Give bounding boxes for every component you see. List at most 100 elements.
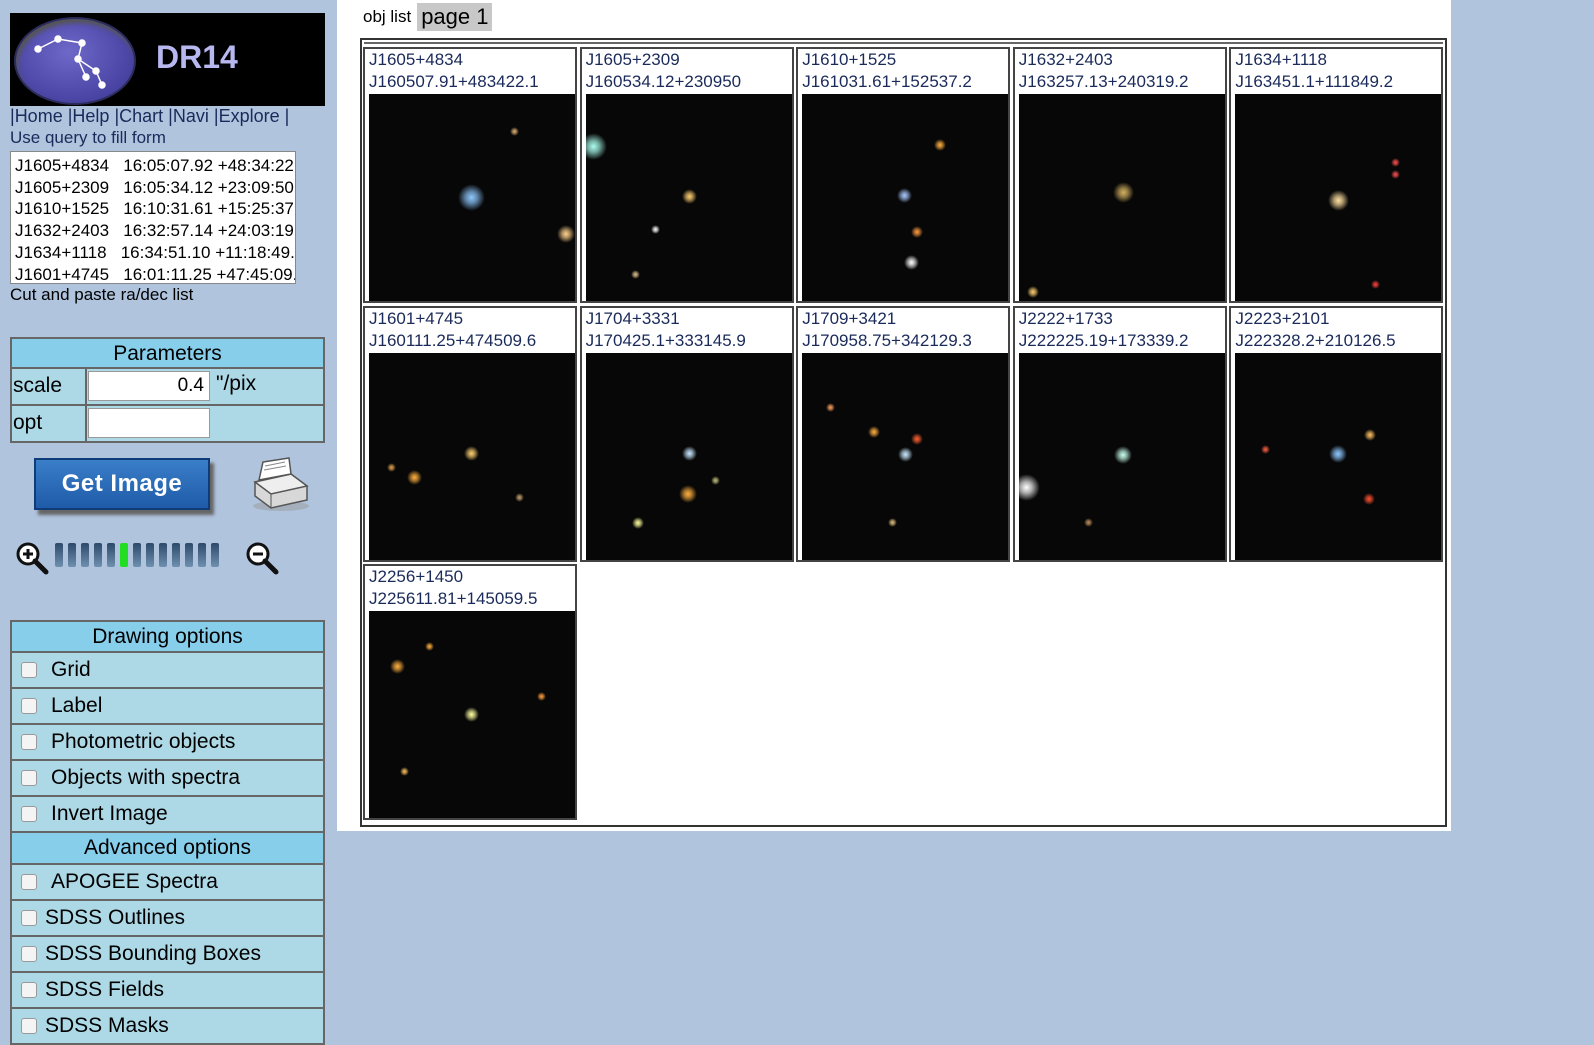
sky-object [631, 269, 641, 279]
radec-line: J1610+1525 16:10:31.61 +15:25:37.2 [15, 199, 296, 219]
option-photometric-objects[interactable]: Photometric objects [10, 725, 325, 761]
sky-cutout-image[interactable] [1018, 352, 1225, 560]
zoom-level-tick[interactable] [198, 543, 206, 567]
sky-object [1390, 169, 1400, 179]
option-grid[interactable]: Grid [10, 653, 325, 689]
sky-object [1364, 428, 1377, 441]
sky-object [1084, 518, 1094, 527]
object-coordinates: J222225.19+173339.2 [1018, 330, 1189, 350]
option-sdss-bounding-boxes[interactable]: SDSS Bounding Boxes [10, 937, 325, 973]
option-label: SDSS Fields [45, 978, 165, 1001]
nav-navi[interactable]: Navi [173, 106, 209, 126]
sky-cutout-image[interactable] [369, 611, 575, 818]
nav-home[interactable]: Home [15, 106, 63, 126]
checkbox[interactable] [21, 734, 37, 750]
zoom-level-tick[interactable] [146, 543, 154, 567]
zoom-level-tick[interactable] [133, 543, 141, 567]
option-invert-image[interactable]: Invert Image [10, 797, 325, 833]
scale-input[interactable]: 0.4 [88, 371, 210, 401]
sky-object [897, 447, 913, 462]
sky-cutout-image[interactable] [369, 352, 575, 560]
object-cell[interactable]: J2223+2101 J222328.2+210126.5 [1229, 305, 1444, 562]
zoom-level-selected[interactable] [120, 543, 128, 567]
checkbox[interactable] [21, 910, 37, 926]
zoom-level-tick[interactable] [211, 543, 219, 567]
zoom-level-tick[interactable] [185, 543, 193, 567]
sky-object [911, 226, 924, 238]
zoom-in-icon[interactable] [15, 541, 49, 575]
checkbox[interactable] [21, 806, 37, 822]
sky-object [1026, 286, 1039, 298]
object-name: J2256+1450 [369, 567, 464, 586]
object-cell[interactable]: J2256+1450 J225611.81+145059.5 [363, 564, 577, 820]
zoom-level-tick[interactable] [55, 543, 63, 567]
sky-cutout-image[interactable] [369, 94, 575, 301]
checkbox[interactable] [21, 946, 37, 962]
zoom-level-tick[interactable] [68, 543, 76, 567]
radec-line: J1634+1118 16:34:51.10 +11:18:49.2 [15, 242, 296, 262]
sky-object [651, 224, 661, 234]
zoom-level-tick[interactable] [172, 543, 180, 567]
object-cell[interactable]: J2222+1733 J222225.19+173339.2 [1012, 305, 1227, 562]
get-image-button[interactable]: Get Image [34, 458, 210, 510]
checkbox[interactable] [21, 698, 37, 714]
radec-list-textarea[interactable]: J1605+4834 16:05:07.92 +48:34:22.1 J1605+… [10, 151, 296, 284]
option-sdss-masks[interactable]: SDSS Masks [10, 1009, 325, 1045]
opt-row: opt [10, 406, 325, 443]
checkbox[interactable] [21, 874, 37, 890]
object-cell[interactable]: J1601+4745 J160111.25+474509.6 [363, 305, 577, 562]
option-sdss-fields[interactable]: SDSS Fields [10, 973, 325, 1009]
zoom-level-tick[interactable] [94, 543, 102, 567]
object-cell[interactable]: J1605+4834 J160507.91+483422.1 [363, 47, 577, 303]
option-apogee-spectra[interactable]: APOGEE Spectra [10, 865, 325, 901]
tab-obj-list[interactable]: obj list [363, 7, 411, 27]
sky-cutout-image[interactable] [802, 352, 1009, 560]
zoom-slider[interactable] [55, 543, 251, 569]
checkbox[interactable] [21, 662, 37, 678]
object-cell[interactable]: J1610+1525 J161031.61+152537.2 [796, 47, 1011, 303]
option-label[interactable]: Label [10, 689, 325, 725]
checkbox[interactable] [21, 1018, 37, 1034]
sky-object [1260, 445, 1270, 454]
sky-object [682, 446, 698, 461]
parameters-header: Parameters [10, 337, 325, 369]
sky-cutout-image[interactable] [1235, 352, 1442, 560]
sky-object [1113, 181, 1135, 203]
sdss-logo[interactable]: DR14 [10, 13, 325, 106]
checkbox[interactable] [21, 770, 37, 786]
sky-cutout-image[interactable] [585, 352, 792, 560]
object-cell[interactable]: J1632+2403 J163257.13+240319.2 [1012, 47, 1227, 303]
zoom-level-tick[interactable] [81, 543, 89, 567]
drawing-options-panel: Drawing options Grid Label Photometric obj… [10, 620, 325, 1045]
object-cell[interactable]: J1605+2309 J160534.12+230950 [579, 47, 794, 303]
sky-cutout-image[interactable] [585, 94, 792, 301]
nav-explore[interactable]: Explore [219, 106, 280, 126]
checkbox[interactable] [21, 982, 37, 998]
zoom-level-tick[interactable] [107, 543, 115, 567]
sky-object [903, 254, 919, 270]
image-grid: J1605+4834 J160507.91+483422.1 J1605+2309 J… [360, 38, 1447, 827]
sky-cutout-image[interactable] [1018, 94, 1225, 301]
sky-object [424, 641, 434, 651]
object-cell[interactable]: J1704+3331 J170425.1+333145.9 [579, 305, 794, 562]
sky-cutout-image[interactable] [802, 94, 1009, 301]
sky-object [825, 403, 835, 412]
sky-object [631, 516, 644, 529]
zoom-level-tick[interactable] [159, 543, 167, 567]
object-name: J1601+4745 [369, 308, 464, 328]
nav-help[interactable]: Help [72, 106, 109, 126]
scale-unit: "/pix [216, 372, 257, 395]
sky-object [406, 470, 422, 485]
tab-page-1[interactable]: page 1 [417, 3, 493, 31]
printer-icon[interactable] [245, 456, 315, 514]
nav-chart[interactable]: Chart [119, 106, 163, 126]
opt-input[interactable] [88, 408, 210, 438]
object-cell[interactable]: J1634+1118 J163451.1+111849.2 [1229, 47, 1444, 303]
option-sdss-outlines[interactable]: SDSS Outlines [10, 901, 325, 937]
use-query-link[interactable]: Use query to fill form [10, 128, 166, 148]
sky-object [514, 493, 524, 502]
sky-cutout-image[interactable] [1235, 94, 1442, 301]
zoom-out-icon[interactable] [245, 541, 279, 575]
object-cell[interactable]: J1709+3421 J170958.75+342129.3 [796, 305, 1011, 562]
option-objects-with-spectra[interactable]: Objects with spectra [10, 761, 325, 797]
